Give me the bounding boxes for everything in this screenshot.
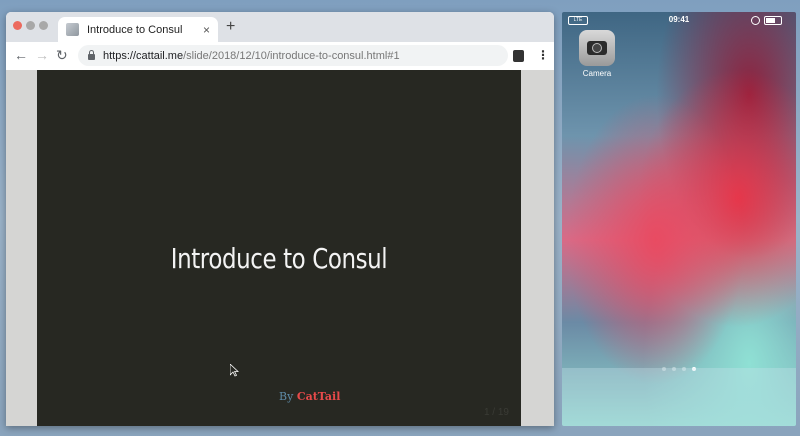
- close-window-button[interactable]: [13, 21, 22, 30]
- app-label: Camera: [582, 69, 612, 78]
- lock-icon: [88, 49, 95, 60]
- tab-title: Introduce to Consul: [87, 23, 183, 36]
- new-tab-button[interactable]: +: [226, 18, 235, 36]
- url-host: https://cattail.me: [103, 49, 184, 62]
- browser-toolbar: ← → ↻ https://cattail.me/slide/2018/12/1…: [6, 42, 554, 71]
- camera-icon[interactable]: [579, 30, 615, 66]
- tab-introduce-to-consul[interactable]: Introduce to Consul ×: [58, 17, 218, 42]
- dock: [562, 368, 796, 426]
- browser-titlebar: Introduce to Consul × +: [6, 12, 554, 42]
- status-bar: LTE 09:41: [562, 14, 796, 28]
- slide-title: Introduce to Consul: [170, 242, 388, 275]
- url-path: /slide/2018/12/10/introduce-to-consul.ht…: [183, 49, 400, 62]
- favicon-icon: [66, 23, 79, 36]
- minimize-window-button[interactable]: [26, 21, 35, 30]
- status-time: 09:41: [668, 15, 690, 24]
- slide[interactable]: Introduce to Consul By CatTail 1 / 19: [37, 70, 521, 426]
- page-viewport: Introduce to Consul By CatTail 1 / 19: [6, 70, 554, 426]
- rotation-lock-icon: [751, 16, 760, 25]
- tab-close-icon[interactable]: ×: [203, 23, 210, 37]
- app-camera[interactable]: Camera: [579, 30, 615, 78]
- forward-arrow-icon[interactable]: →: [35, 47, 49, 63]
- address-bar[interactable]: https://cattail.me/slide/2018/12/10/intr…: [78, 45, 508, 66]
- menu-icon[interactable]: ⋮: [537, 48, 549, 62]
- browser-window: Introduce to Consul × + ← → ↻ https://ca…: [6, 12, 554, 426]
- byline-author: CatTail: [296, 390, 341, 403]
- maximize-window-button[interactable]: [39, 21, 48, 30]
- battery-icon: [764, 16, 782, 25]
- back-arrow-icon[interactable]: ←: [14, 47, 28, 63]
- slide-page-number: 1 / 19: [483, 407, 509, 418]
- slide-byline: By CatTail: [279, 390, 340, 403]
- byline-by: By: [279, 390, 294, 403]
- phone-simulator: LTE 09:41 Camera: [562, 12, 796, 426]
- reload-icon[interactable]: ↻: [56, 47, 68, 64]
- contacts-icon[interactable]: [513, 50, 524, 62]
- mouse-cursor-icon: [229, 363, 240, 380]
